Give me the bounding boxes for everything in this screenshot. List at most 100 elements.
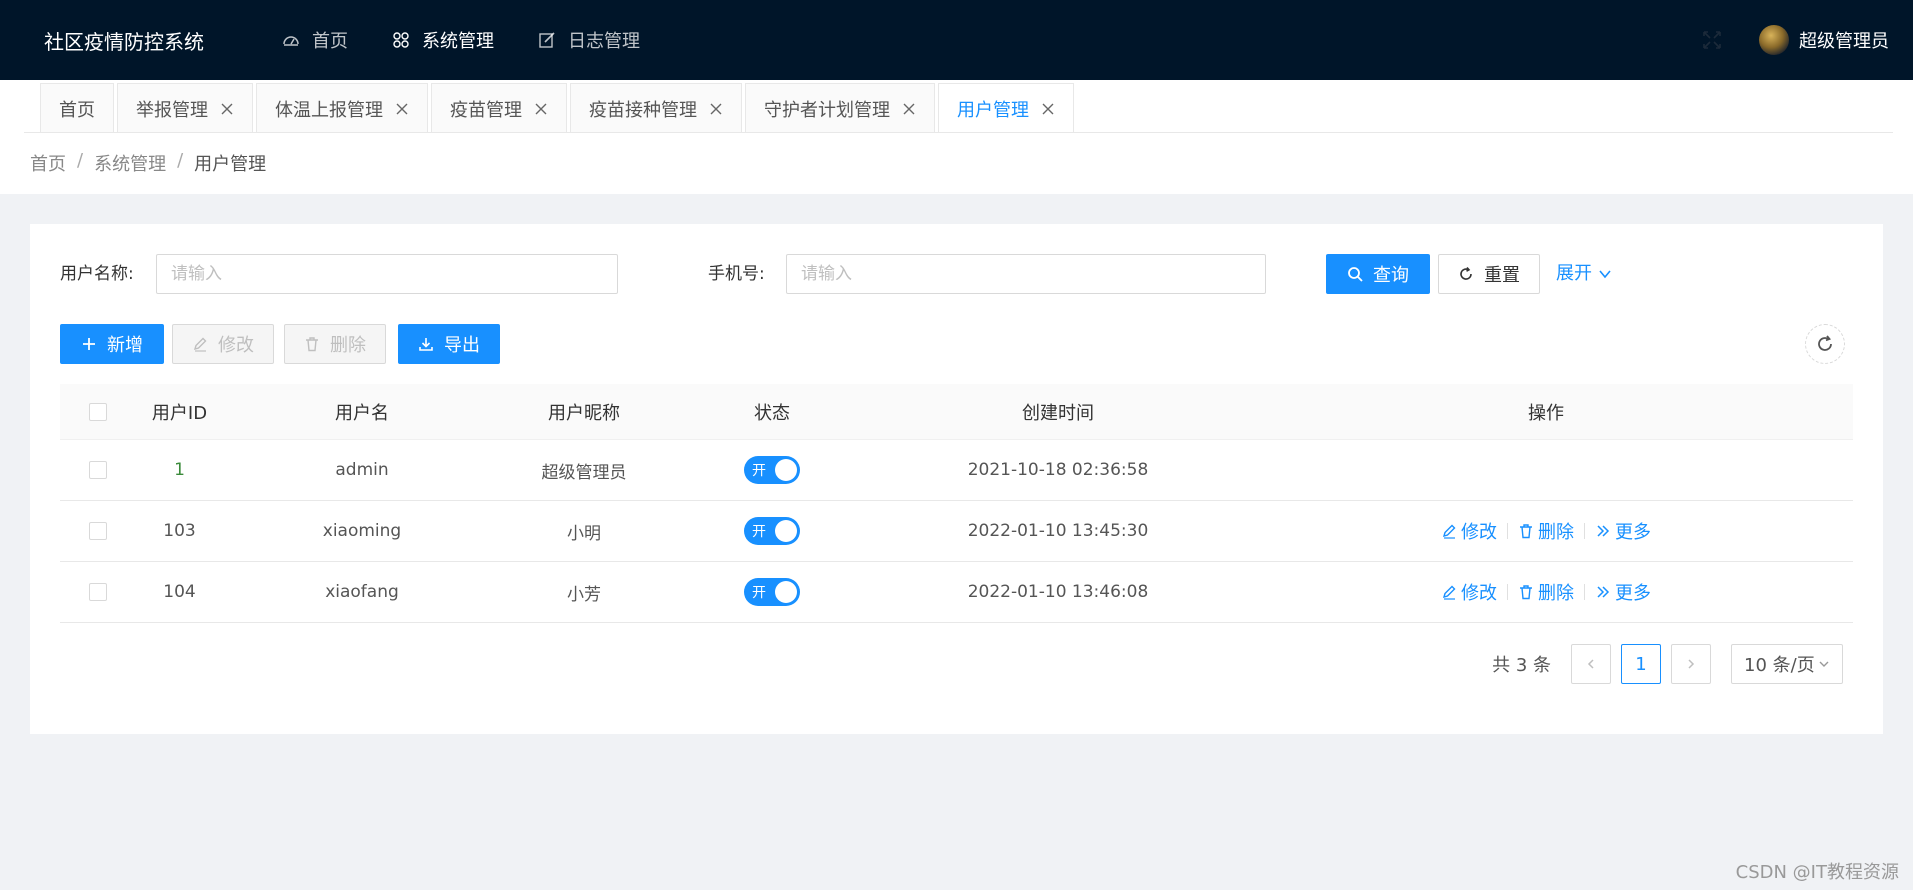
double-right-icon (1595, 523, 1611, 539)
chevron-down-icon (1818, 658, 1830, 670)
expand-toggle[interactable]: 展开 (1556, 254, 1612, 294)
nav-item-log[interactable]: 日志管理 (516, 0, 662, 80)
table-row: 1 admin 超级管理员 开 2021-10-18 02:36:58 (60, 440, 1853, 501)
query-button[interactable]: 查询 (1326, 254, 1430, 294)
nav-item-system[interactable]: 系统管理 (370, 0, 516, 80)
close-icon[interactable] (534, 102, 548, 116)
tab-vaccination[interactable]: 疫苗接种管理 (570, 83, 742, 133)
row-delete-link[interactable]: 删除 (1518, 579, 1574, 605)
double-right-icon (1595, 584, 1611, 600)
tabs-divider (24, 132, 1893, 133)
edit-log-icon (538, 31, 556, 49)
export-button[interactable]: 导出 (398, 324, 500, 364)
close-icon[interactable] (1041, 102, 1055, 116)
reset-button[interactable]: 重置 (1438, 254, 1540, 294)
nickname: 小明 (567, 523, 601, 544)
content-card: 用户名称: 手机号: 查询 重置 展开 新增 修改 删除 (30, 224, 1883, 734)
table-row: 104 xiaofang 小芳 开 2022-01-10 13:46:08 修改… (60, 562, 1853, 623)
breadcrumb-current: 用户管理 (194, 154, 267, 175)
nav-item-home[interactable]: 首页 (260, 0, 370, 80)
table-header: 用户ID 用户名 用户昵称 状态 创建时间 操作 (60, 384, 1853, 440)
delete-button[interactable]: 删除 (284, 324, 386, 364)
tab-temperature[interactable]: 体温上报管理 (256, 83, 428, 133)
phone-input[interactable] (786, 254, 1266, 294)
close-icon[interactable] (709, 102, 723, 116)
tab-guardian[interactable]: 守护者计划管理 (745, 83, 935, 133)
plus-icon (81, 336, 97, 352)
tab-report[interactable]: 举报管理 (117, 83, 253, 133)
top-nav: 首页 系统管理 日志管理 (260, 0, 662, 80)
username-input[interactable] (156, 254, 618, 294)
app-title: 社区疫情防控系统 (44, 29, 204, 54)
chevron-left-icon (1585, 658, 1597, 670)
tab-label: 首页 (59, 99, 95, 121)
username: xiaofang (325, 582, 399, 602)
chevron-down-icon (1598, 267, 1612, 281)
row-checkbox[interactable] (89, 461, 107, 479)
switch-label: 开 (752, 524, 766, 540)
column-header: 状态 (754, 402, 790, 424)
page-size-value: 10 条/页 (1744, 655, 1815, 676)
nav-item-label: 首页 (312, 31, 348, 52)
export-label: 导出 (444, 335, 480, 356)
dashboard-icon (282, 31, 300, 49)
row-edit-link[interactable]: 修改 (1441, 579, 1497, 605)
status-switch[interactable]: 开 (744, 456, 800, 484)
user-name[interactable]: 超级管理员 (1799, 27, 1889, 53)
tab-strip: 首页 举报管理 体温上报管理 疫苗管理 疫苗接种管理 守护者计划管理 用户管理 (40, 83, 1077, 133)
row-more-link[interactable]: 更多 (1595, 518, 1651, 544)
user-table: 用户ID 用户名 用户昵称 状态 创建时间 操作 1 admin 超级管理员 开… (60, 384, 1853, 623)
edit-button[interactable]: 修改 (172, 324, 274, 364)
username: admin (335, 460, 389, 480)
prev-page-button[interactable] (1571, 644, 1611, 684)
add-button[interactable]: 新增 (60, 324, 164, 364)
reset-label: 重置 (1484, 265, 1520, 286)
next-page-button[interactable] (1671, 644, 1711, 684)
avatar[interactable] (1759, 25, 1789, 55)
row-checkbox[interactable] (89, 522, 107, 540)
trash-icon (1518, 584, 1534, 600)
edit-icon (192, 336, 208, 352)
breadcrumb-home[interactable]: 首页 (30, 150, 66, 176)
switch-label: 开 (752, 463, 766, 479)
row-edit-link[interactable]: 修改 (1441, 518, 1497, 544)
created-time: 2022-01-10 13:46:08 (967, 582, 1149, 602)
appstore-icon (392, 31, 410, 49)
close-icon[interactable] (220, 102, 234, 116)
close-icon[interactable] (902, 102, 916, 116)
nav-item-label: 系统管理 (422, 31, 494, 52)
breadcrumb-system[interactable]: 系统管理 (94, 150, 166, 176)
tags-bar: 首页 举报管理 体温上报管理 疫苗管理 疫苗接种管理 守护者计划管理 用户管理 … (0, 80, 1913, 194)
column-header: 创建时间 (1022, 402, 1094, 424)
total-count: 共 3 条 (1492, 655, 1551, 676)
row-delete-link[interactable]: 删除 (1518, 518, 1574, 544)
tab-home[interactable]: 首页 (40, 83, 114, 133)
page-size-select[interactable]: 10 条/页 (1731, 644, 1843, 684)
column-header: 用户名 (335, 402, 389, 424)
table-row: 103 xiaoming 小明 开 2022-01-10 13:45:30 修改… (60, 501, 1853, 562)
user-id: 1 (174, 460, 185, 480)
row-more-link[interactable]: 更多 (1595, 579, 1651, 605)
top-header: 社区疫情防控系统 首页 系统管理 日志管理 超级管理员 (0, 0, 1913, 80)
row-checkbox[interactable] (89, 583, 107, 601)
status-switch[interactable]: 开 (744, 578, 800, 606)
user-id: 103 (163, 521, 196, 541)
status-switch[interactable]: 开 (744, 517, 800, 545)
edit-icon (1441, 523, 1457, 539)
download-icon (418, 336, 434, 352)
tab-label: 体温上报管理 (275, 99, 383, 121)
tab-user-management[interactable]: 用户管理 (938, 83, 1074, 133)
actions-cell: 修改 删除 更多 (1239, 579, 1853, 605)
phone-label: 手机号: (708, 264, 765, 284)
pagination: 共 3 条 1 10 条/页 (1492, 644, 1843, 684)
page-button[interactable]: 1 (1621, 644, 1661, 684)
select-all-checkbox[interactable] (89, 402, 107, 421)
nickname: 超级管理员 (541, 462, 627, 483)
close-icon[interactable] (395, 102, 409, 116)
refresh-button[interactable] (1805, 324, 1845, 364)
trash-icon (304, 336, 320, 352)
tab-label: 用户管理 (957, 99, 1029, 121)
tab-vaccine[interactable]: 疫苗管理 (431, 83, 567, 133)
fullscreen-icon[interactable] (1701, 29, 1723, 51)
column-header: 用户昵称 (548, 402, 620, 424)
